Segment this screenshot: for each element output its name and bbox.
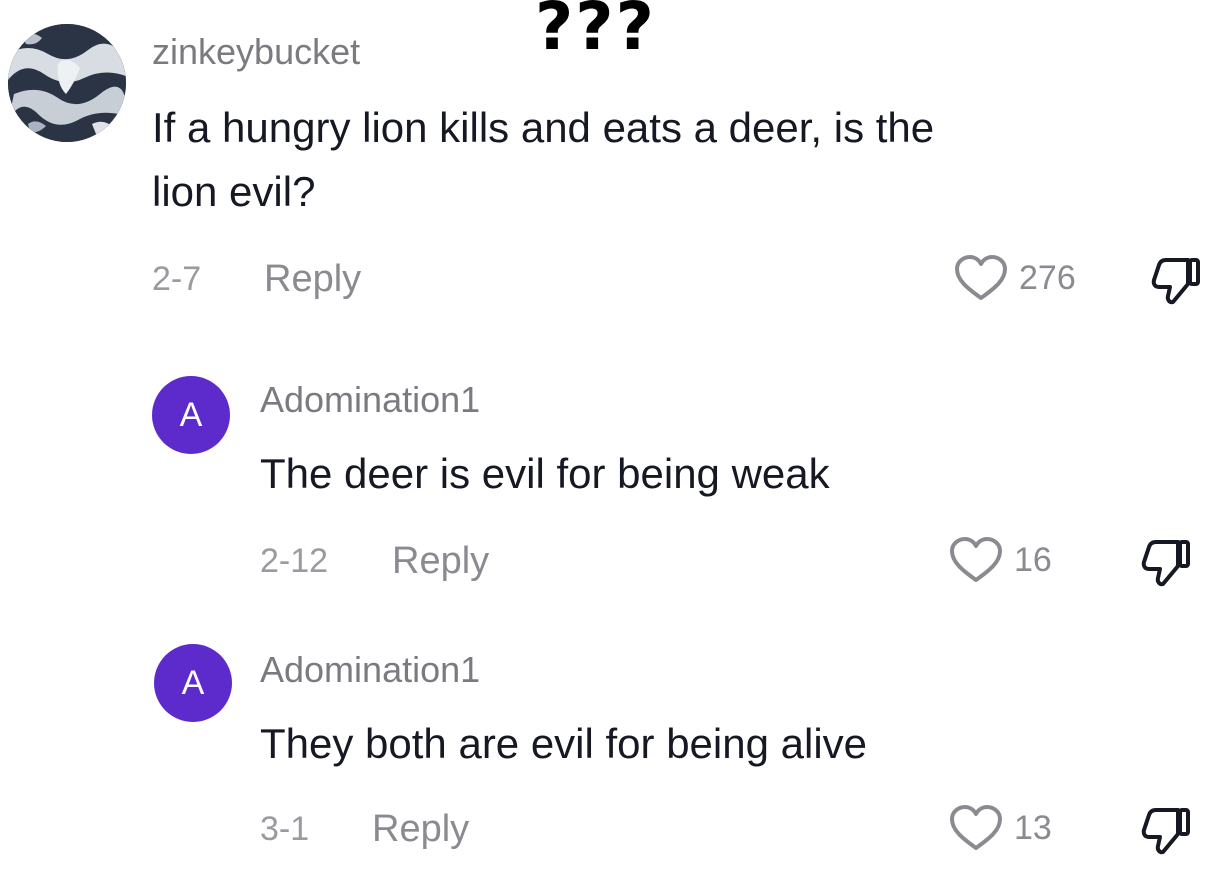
avatar[interactable]: A	[152, 376, 230, 454]
avatar-image	[8, 24, 126, 142]
heart-outline-icon	[950, 805, 1002, 850]
like-count: 13	[1014, 809, 1052, 847]
comment-text-line: The deer is evil for being weak	[260, 450, 830, 497]
comment-text-line: If a hungry lion kills and eats a deer, …	[152, 104, 935, 151]
reply-button[interactable]: Reply	[392, 542, 489, 580]
comment-top-level: zinkeybucket If a hungry lion kills and …	[0, 0, 1220, 320]
avatar[interactable]: A	[154, 644, 232, 722]
like-button[interactable]: 13	[948, 804, 1052, 852]
dislike-button[interactable]	[1140, 536, 1194, 593]
comment-text-line: lion evil?	[152, 168, 316, 215]
comment-date: 2-7	[152, 260, 202, 298]
comment-username[interactable]: Adomination1	[260, 652, 480, 688]
heart-outline-icon	[955, 255, 1007, 300]
like-button[interactable]: 276	[953, 254, 1076, 302]
avatar[interactable]	[8, 24, 126, 142]
thumbs-down-icon	[1151, 258, 1200, 305]
thumbs-down-icon	[1141, 808, 1190, 855]
comment-username[interactable]: Adomination1	[260, 382, 480, 418]
like-button[interactable]: 16	[948, 536, 1052, 584]
reply-button[interactable]: Reply	[372, 810, 469, 848]
like-count: 16	[1014, 541, 1052, 579]
comment-date: 2-12	[260, 542, 329, 580]
comment-reply: A Adomination1 The deer is evil for bein…	[0, 330, 1220, 600]
comment-date: 3-1	[260, 810, 310, 848]
dislike-button[interactable]	[1140, 804, 1194, 861]
reply-button[interactable]: Reply	[264, 260, 361, 298]
thumbs-down-icon	[1141, 540, 1190, 587]
comment-username[interactable]: zinkeybucket	[152, 34, 360, 70]
comment-text-line: They both are evil for being alive	[260, 720, 868, 767]
like-count: 276	[1019, 259, 1076, 297]
comment-reply: A Adomination1 They both are evil for be…	[0, 600, 1220, 873]
dislike-button[interactable]	[1150, 254, 1204, 311]
heart-outline-icon	[950, 537, 1002, 582]
